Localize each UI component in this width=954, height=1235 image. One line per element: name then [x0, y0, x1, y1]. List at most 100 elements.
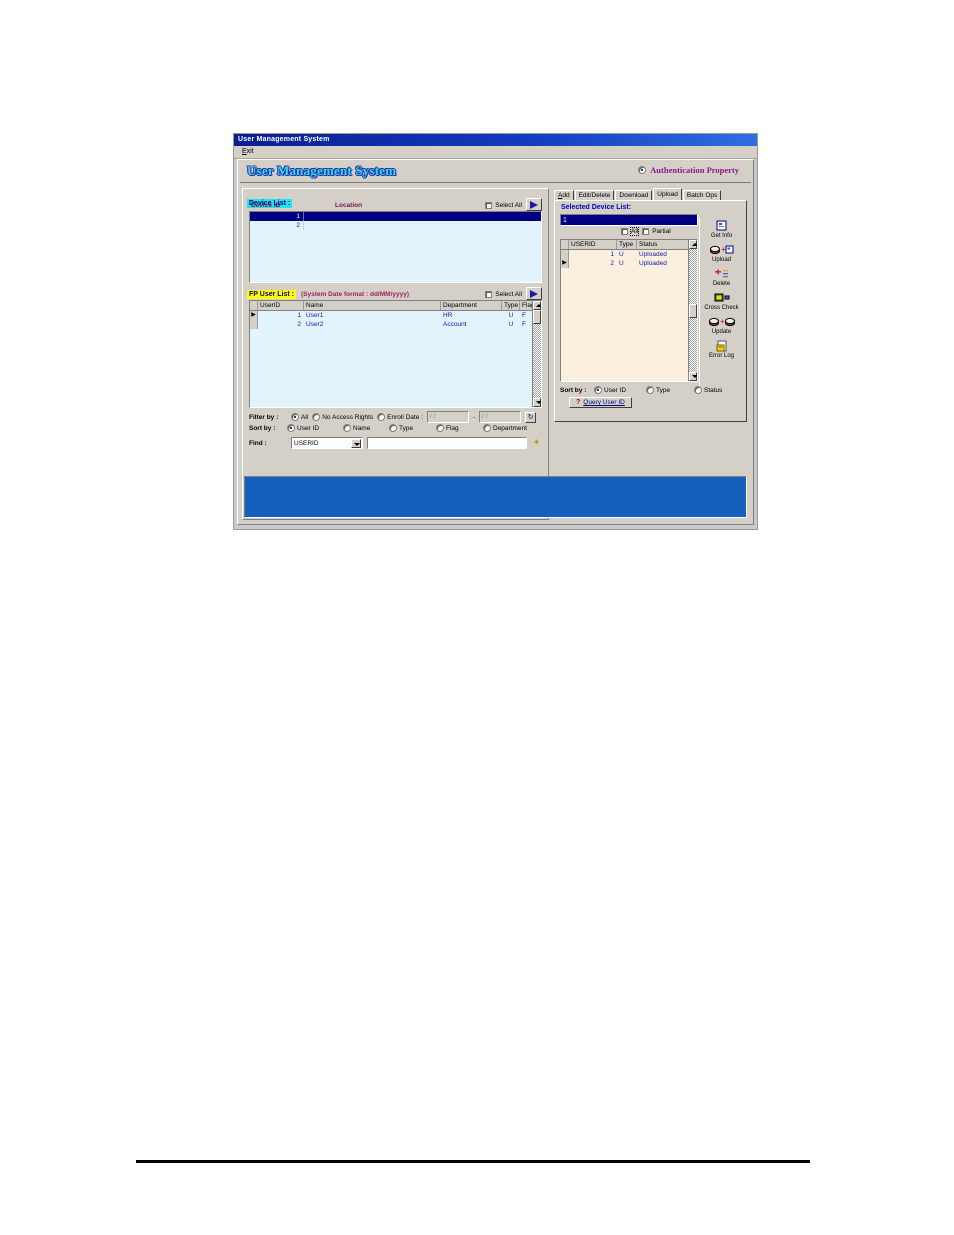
device-list-select-all[interactable]: Select All [485, 202, 522, 209]
fp-user-list-select-all-checkbox[interactable] [485, 291, 493, 298]
scroll-thumb[interactable] [689, 304, 697, 318]
sort-option-flag[interactable]: Flag [436, 424, 483, 432]
cross-check-button[interactable]: Cross Check [701, 291, 743, 312]
department-cell: HR [443, 312, 453, 319]
scroll-down-button[interactable] [689, 372, 697, 381]
scroll-thumb[interactable] [533, 310, 541, 324]
wand-icon[interactable]: ✦ [531, 437, 542, 449]
row-indicator [250, 320, 258, 329]
sort-option-user-id[interactable]: User ID [287, 424, 343, 432]
filter-option-all[interactable]: All [291, 413, 308, 421]
table-row[interactable]: ▶ 2 U Uploaded [561, 259, 697, 268]
tab-edit-delete[interactable]: Edit/Delete [574, 190, 615, 200]
scroll-down-button[interactable] [533, 398, 541, 407]
filter-all-radio[interactable] [291, 413, 299, 421]
column-userid: UserID [258, 301, 304, 310]
mode-all-option[interactable]: All [621, 227, 640, 236]
menu-item-exit-label: xit [246, 148, 254, 155]
table-row[interactable]: 2 User2 Account U F [250, 320, 541, 329]
authentication-property-option[interactable]: Authentication Property [638, 165, 739, 175]
upload-grid-scrollbar[interactable] [688, 240, 697, 381]
sort-type-radio[interactable] [389, 424, 397, 432]
tab-upload[interactable]: Upload [653, 188, 682, 200]
upload-grid-header-row: USERID Type Status [561, 240, 697, 250]
enroll-date-to-field[interactable]: / / [479, 411, 522, 423]
filter-no-access-radio[interactable] [312, 413, 321, 421]
sort-department-radio[interactable] [483, 424, 491, 432]
page-footer-rule [136, 1160, 810, 1163]
column-name: Name [304, 301, 441, 310]
device-list-select-all-checkbox[interactable] [485, 202, 493, 209]
tab-download[interactable]: Download [615, 190, 653, 200]
scroll-track[interactable] [533, 310, 541, 398]
sort-option-name[interactable]: Name [343, 424, 389, 432]
upload-sort-type-radio[interactable] [646, 386, 654, 394]
menu-item-exit[interactable]: Exit [239, 147, 257, 157]
sort-by-row: Sort by : User ID Name Type Flag Departm… [249, 424, 542, 432]
table-row[interactable]: 2 [250, 221, 541, 230]
fp-user-list-transfer-button[interactable] [526, 287, 542, 300]
filter-enroll-date-radio[interactable] [377, 413, 386, 421]
upload-status-grid[interactable]: USERID Type Status 1 U Uploaded ▶ 2 U Up… [560, 239, 698, 382]
scroll-up-button[interactable] [533, 301, 541, 310]
table-row[interactable]: 1 [250, 212, 541, 221]
cross-check-label: Cross Check [704, 305, 739, 311]
sort-option-type[interactable]: Type [389, 424, 436, 432]
update-button[interactable]: + Update [701, 315, 743, 336]
action-toolbar: Get Info + Upload Delete Cross Check + U… [699, 217, 743, 391]
selected-device-list-value[interactable]: 1 [560, 214, 698, 226]
fp-user-list-select-all[interactable]: Select All [485, 291, 522, 298]
mode-partial-option[interactable]: Partial [642, 228, 671, 235]
column-department: Department [441, 301, 502, 310]
cross-check-icon [713, 291, 731, 304]
sort-flag-label: Flag [446, 424, 459, 432]
upload-sort-status-radio[interactable] [694, 386, 702, 394]
refresh-icon[interactable]: ↻ [525, 411, 537, 423]
mode-partial-checkbox[interactable] [642, 228, 650, 235]
upload-sort-type[interactable]: Type [646, 386, 694, 394]
query-user-id-button[interactable]: ? Query User ID [569, 397, 632, 408]
get-info-label: Get Info [710, 233, 733, 239]
upload-sort-user-id[interactable]: User ID [594, 386, 646, 394]
scroll-up-button[interactable] [689, 240, 697, 249]
tab-add-label: dd [562, 192, 570, 199]
row-indicator: ▶ [250, 311, 258, 320]
filter-by-label: Filter by : [249, 413, 279, 421]
chevron-down-icon[interactable] [351, 438, 361, 448]
sort-type-label: Type [399, 424, 414, 432]
authentication-property-radio[interactable] [638, 166, 647, 174]
find-input[interactable] [367, 437, 527, 449]
sort-name-label: Name [353, 424, 371, 432]
table-row[interactable]: 1 U Uploaded [561, 250, 697, 259]
device-list-transfer-button[interactable] [526, 198, 542, 211]
tab-add[interactable]: Add [554, 190, 574, 200]
filter-all-label: All [301, 413, 309, 421]
error-log-button[interactable]: Error Log [701, 339, 743, 360]
sort-option-department[interactable]: Department [483, 424, 527, 432]
delete-button[interactable]: Delete [701, 267, 743, 288]
mode-all-checkbox[interactable] [621, 228, 628, 235]
upload-button[interactable]: + Upload [701, 243, 743, 264]
question-icon: ? [576, 399, 581, 406]
filter-option-enroll-date[interactable]: Enroll Date : [377, 413, 423, 421]
window-titlebar: User Management System [234, 134, 757, 146]
tab-batch-ops[interactable]: Batch Ops [682, 190, 722, 200]
device-list-grid[interactable]: 1 2 [249, 211, 542, 283]
fp-user-list-scrollbar[interactable] [532, 301, 541, 407]
table-row[interactable]: ▶ 1 User1 HR U F [250, 311, 541, 320]
get-info-button[interactable]: Get Info [701, 219, 743, 240]
sort-user-id-radio[interactable] [287, 424, 295, 432]
scroll-track[interactable] [689, 249, 697, 372]
upload-sort-user-id-radio[interactable] [594, 386, 602, 394]
enroll-date-from-field[interactable]: / / [426, 411, 469, 423]
find-field-select[interactable]: USERID [291, 437, 363, 449]
upload-sort-status[interactable]: Status [694, 386, 722, 394]
svg-text:+: + [721, 245, 726, 254]
sort-name-radio[interactable] [343, 424, 351, 432]
sort-user-id-label: User ID [297, 424, 320, 432]
sort-flag-radio[interactable] [436, 424, 444, 432]
upload-status-cell: Uploaded [639, 251, 667, 258]
filter-option-no-access-rights[interactable]: No Access Rights [312, 413, 373, 421]
column-userid: USERID [569, 240, 617, 249]
fp-user-list-grid[interactable]: UserID Name Department Type Flag ▶ 1 Use… [249, 300, 542, 408]
